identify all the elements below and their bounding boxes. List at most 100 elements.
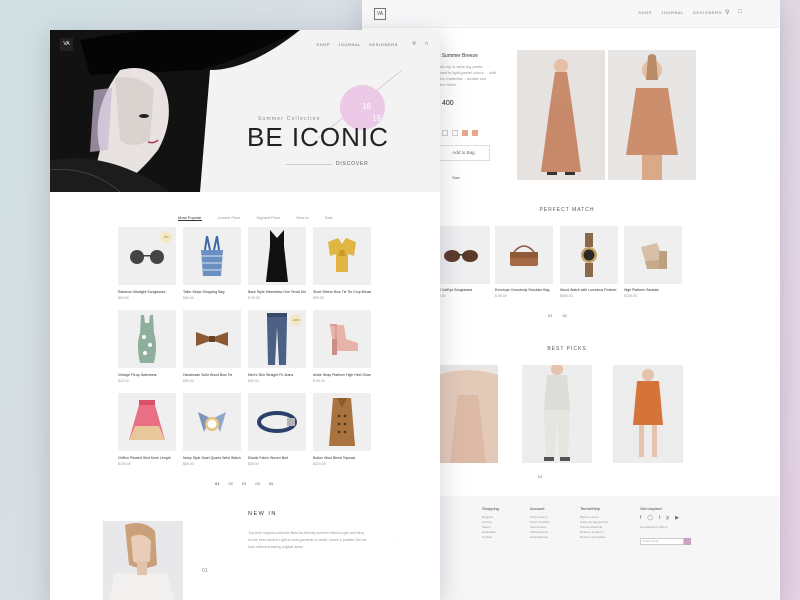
match-item-price: $ 95.00: [495, 294, 507, 298]
product-image[interactable]: [118, 310, 176, 368]
new-in-pager[interactable]: 01: [202, 568, 208, 574]
filter-sale[interactable]: Sale: [325, 215, 333, 221]
filter-new-in[interactable]: New In: [296, 215, 308, 221]
product-card[interactable]: Handmade Solid Wood Bow Tie $30.00: [183, 310, 241, 383]
product-price: $30.00: [248, 462, 259, 466]
product-image[interactable]: [118, 393, 176, 451]
search-icon[interactable]: ⚲: [725, 9, 729, 16]
nav-shop[interactable]: SHOP: [638, 10, 652, 15]
new-in-description: Top-level organic materials Best bio-fri…: [248, 531, 367, 549]
product-price: $24.00: [118, 379, 129, 383]
footer-link[interactable]: Help/Address: [530, 535, 550, 540]
page-link[interactable]: 01: [538, 474, 542, 479]
footer-heading: Shopping: [482, 506, 499, 511]
product-card[interactable]: Back Style Sleeveless One Tencil Dress $…: [248, 227, 306, 300]
discover-link[interactable]: DISCOVER: [336, 161, 369, 167]
product-image[interactable]: -20%: [248, 310, 306, 368]
page-link[interactable]: 01: [548, 313, 552, 318]
footer-link[interactable]: Returns and claims: [580, 535, 609, 540]
hero-title: BE ICONIC: [247, 122, 389, 152]
page-link[interactable]: 04: [255, 481, 259, 486]
swatch-option[interactable]: [452, 130, 458, 136]
youtube-icon[interactable]: ▶: [675, 515, 679, 521]
product-card[interactable]: -20% Men's Slim Straight Fit Jeans $30.0…: [248, 310, 306, 383]
discount-badge: -20%: [290, 314, 302, 326]
bag-icon[interactable]: □: [425, 41, 428, 47]
match-item[interactable]: High Platform Sandals $105.00: [624, 226, 682, 298]
product-photo-closeup[interactable]: [608, 50, 696, 180]
product-image[interactable]: -5%: [118, 227, 176, 285]
swatch-option[interactable]: [462, 130, 468, 136]
footer-link[interactable]: Contact: [482, 535, 499, 540]
new-in-photo[interactable]: [103, 521, 183, 600]
swatch-option[interactable]: [472, 130, 478, 136]
product-description: ...matic top & wide-leg pants ...signed …: [432, 64, 497, 87]
newsletter-submit-button[interactable]: [684, 538, 691, 546]
product-card[interactable]: Chiffon Pleated Skirt Knee Length $150.0…: [118, 393, 176, 466]
product-price: $60.00: [118, 296, 129, 300]
header-icons: ⚲ □: [412, 41, 428, 47]
match-item-image[interactable]: [560, 226, 618, 284]
nav-journal[interactable]: JOURNAL: [338, 42, 361, 47]
best-pick-photo[interactable]: [522, 365, 592, 463]
newsletter-email-input[interactable]: Enter email: [640, 538, 684, 546]
product-price: $50.00: [313, 296, 324, 300]
product-image[interactable]: [313, 310, 371, 368]
page-link[interactable]: 03: [242, 481, 246, 486]
page-link[interactable]: 02: [228, 481, 232, 486]
add-to-bag-button[interactable]: Add to Bag: [437, 145, 490, 161]
footer-heading: Account: [530, 506, 545, 511]
swatch-option[interactable]: [442, 130, 448, 136]
nav-shop[interactable]: SHOP: [316, 42, 330, 47]
page-link[interactable]: 02: [562, 313, 566, 318]
product-image[interactable]: [313, 393, 371, 451]
page-link[interactable]: 05: [269, 481, 273, 486]
best-pick-photo[interactable]: [438, 365, 498, 463]
footer-column: Terms/Help Back to Home Shop our apprent…: [580, 506, 609, 540]
product-card[interactable]: -5% Rainbow Ultralight Sunglasses $60.00: [118, 227, 176, 300]
page-link[interactable]: 01: [215, 481, 219, 486]
product-card[interactable]: Ankle Strap Platform High Heel Shoes $ 9…: [313, 310, 371, 383]
match-item-image[interactable]: [495, 226, 553, 284]
nav-journal[interactable]: JOURNAL: [661, 10, 684, 15]
back-logo[interactable]: VA: [374, 8, 386, 20]
best-pick-photo[interactable]: [613, 365, 683, 463]
nav-designers[interactable]: DESIGNERS: [369, 42, 398, 47]
product-image[interactable]: [248, 227, 306, 285]
match-item-image[interactable]: [432, 226, 490, 284]
product-image[interactable]: [183, 393, 241, 451]
product-card[interactable]: Elastic Fabric Woven Belt $30.00: [248, 393, 306, 466]
product-card[interactable]: Short Sleeve Bow Tie Tie Crop Blouse Top…: [313, 227, 371, 300]
product-photo-front[interactable]: [517, 50, 605, 180]
twitter-icon[interactable]: t: [659, 515, 660, 521]
bag-icon[interactable]: □: [738, 9, 742, 16]
filter-most-popular[interactable]: Most Popular: [178, 215, 202, 221]
best-picks-title: BEST PICKS: [547, 346, 587, 352]
match-item[interactable]: Wood Watch with Luxurious Finisher $500.…: [560, 226, 618, 298]
filter-highest-price[interactable]: Highest Price: [256, 215, 280, 221]
product-card[interactable]: Vintage Fit-up Swimwear $24.00: [118, 310, 176, 383]
site-logo[interactable]: VA: [60, 38, 73, 51]
facebook-icon[interactable]: f: [640, 515, 641, 521]
perfect-match-title: PERFECT MATCH: [539, 207, 595, 213]
newsletter-label: Get inspired: [640, 506, 662, 511]
product-card[interactable]: Tailor Stripe Shopping Bag $40.00: [183, 227, 241, 300]
pinterest-icon[interactable]: p: [666, 515, 669, 521]
filter-lowest-price[interactable]: Lowest Price: [218, 215, 241, 221]
match-item[interactable]: ...and CatEye Sunglasses $ 100.00: [432, 226, 490, 298]
product-name: Men's Slim Straight Fit Jeans: [248, 373, 294, 377]
size-tab[interactable]: Size: [452, 175, 460, 180]
product-image[interactable]: [183, 310, 241, 368]
match-item[interactable]: Envelope Crossbody Shoulder Bag $ 95.00: [495, 226, 553, 298]
instagram-icon[interactable]: ◯: [647, 515, 653, 521]
product-card[interactable]: Noisy Style Scarf Quartz Wrist Watch $69…: [183, 393, 241, 466]
match-item-price: $500.00: [560, 294, 573, 298]
product-image[interactable]: [183, 227, 241, 285]
search-icon[interactable]: ⚲: [412, 41, 416, 47]
product-card[interactable]: Button Wool Blend Topcoat $415.00: [313, 393, 371, 466]
product-image[interactable]: [313, 227, 371, 285]
match-item-image[interactable]: [624, 226, 682, 284]
product-image[interactable]: [248, 393, 306, 451]
nav-designers[interactable]: DESIGNERS: [693, 10, 722, 15]
product-price: $30.00: [248, 379, 259, 383]
